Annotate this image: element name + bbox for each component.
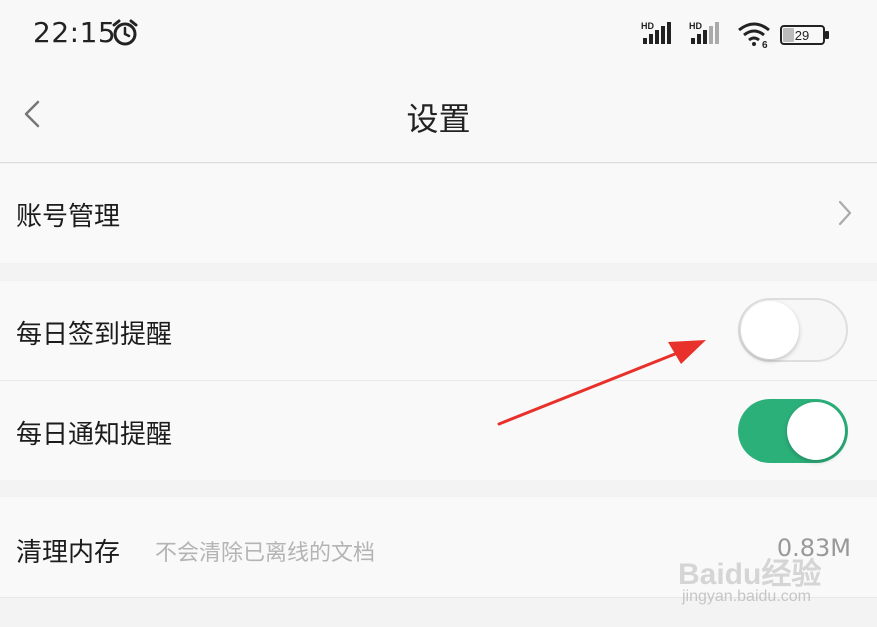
settings-row-clear-cache[interactable]: 清理内存 不会清除已离线的文档 0.83M [0,497,877,597]
settings-row-account[interactable]: 账号管理 [0,164,877,263]
clear-cache-hint: 不会清除已离线的文档 [155,541,376,566]
navigation-bar: 设置 [0,72,877,163]
svg-text:6: 6 [762,40,768,48]
daily-notify-toggle[interactable] [738,399,848,463]
divider [0,597,877,598]
signal-strength-icon-2: HD [689,21,719,44]
chevron-right-icon [838,200,852,226]
account-management-label: 账号管理 [16,202,121,232]
toggle-knob [741,301,799,359]
daily-checkin-toggle[interactable] [738,298,848,362]
cache-size-value: 0.83M [776,534,851,562]
status-bar: 22:15 HD HD 6 29 [0,0,877,72]
svg-text:HD: HD [641,21,654,31]
svg-text:29: 29 [795,28,809,43]
page-title: 设置 [406,100,471,138]
status-time: 22:15 [33,16,117,49]
battery-icon: 29 [780,25,829,45]
wifi-icon: 6 [738,22,770,48]
signal-strength-icon: HD [641,21,671,44]
daily-checkin-reminder-label: 每日签到提醒 [16,320,173,350]
settings-row-daily-checkin: 每日签到提醒 [0,281,877,380]
settings-row-daily-notify: 每日通知提醒 [0,381,877,480]
clear-cache-label: 清理内存 [16,538,121,568]
alarm-clock-icon [112,19,138,46]
svg-text:HD: HD [689,21,702,31]
toggle-knob [787,402,845,460]
daily-notify-reminder-label: 每日通知提醒 [16,420,173,450]
